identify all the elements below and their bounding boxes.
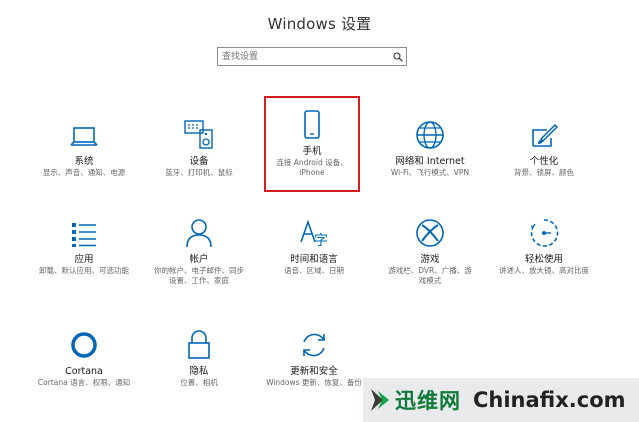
- search-input[interactable]: [218, 48, 390, 65]
- tile-label: 手机: [302, 146, 322, 157]
- page-title: Windows 设置: [267, 15, 372, 33]
- tile-description: 连接 Android 设备、iPhone: [276, 158, 348, 177]
- globe-icon: [380, 110, 480, 150]
- tile-description: 蓝牙、打印机、鼠标: [165, 168, 233, 177]
- tile-ease-of-access[interactable]: 轻松使用 讲述人、放大镜、高对比度: [494, 208, 594, 298]
- tile-description: Windows 更新、恢复、备份: [266, 378, 362, 387]
- tile-label: 系统: [74, 156, 94, 167]
- tile-label: 网络和 Internet: [395, 156, 465, 167]
- phone-icon: [266, 98, 358, 140]
- xbox-icon: [380, 208, 480, 248]
- laptop-icon: [34, 110, 134, 150]
- tile-description: Cortana 语言、权限、通知: [37, 378, 131, 387]
- tile-description: 你的帐户、电子邮件、同步设置、工作、家庭: [154, 266, 244, 285]
- tile-phone[interactable]: 手机 连接 Android 设备、iPhone: [264, 96, 360, 192]
- language-icon: 字: [264, 208, 364, 248]
- tile-description: 语音、区域、日期: [284, 266, 344, 275]
- apps-list-icon: [34, 208, 134, 248]
- tile-description: 背景、锁屏、颜色: [514, 168, 574, 177]
- search-box[interactable]: [217, 47, 407, 66]
- tile-description: 游戏栏、DVR、广播、游戏模式: [388, 266, 472, 285]
- watermark-banner: 迅维网 Chinafix.com: [363, 378, 639, 422]
- tile-description: 卸载、默认应用、可选功能: [39, 266, 129, 275]
- tile-time-language[interactable]: 字 时间和语言 语音、区域、日期: [264, 208, 364, 298]
- lock-icon: [149, 320, 249, 360]
- tile-description: 讲述人、放大镜、高对比度: [499, 266, 589, 275]
- search-icon[interactable]: [390, 48, 406, 65]
- paint-icon: [494, 110, 594, 150]
- tile-system[interactable]: 系统 显示、声音、通知、电源: [34, 110, 134, 200]
- tile-description: Wi-Fi、飞行模式、VPN: [390, 168, 470, 177]
- tile-label: 个性化: [529, 156, 559, 167]
- tile-label: 轻松使用: [524, 254, 563, 265]
- tile-description: 显示、声音、通知、电源: [42, 168, 126, 177]
- tile-label: 时间和语言: [290, 254, 338, 265]
- cortana-icon: [34, 320, 134, 360]
- tile-label: 设备: [189, 156, 209, 167]
- tile-label: Cortana: [65, 366, 103, 377]
- tile-personalization[interactable]: 个性化 背景、锁屏、颜色: [494, 110, 594, 200]
- tile-label: 更新和安全: [290, 366, 338, 377]
- tile-gaming[interactable]: 游戏 游戏栏、DVR、广播、游戏模式: [380, 208, 480, 298]
- tile-network[interactable]: 网络和 Internet Wi-Fi、飞行模式、VPN: [380, 110, 480, 200]
- tile-label: 隐私: [189, 366, 209, 377]
- devices-icon: [149, 110, 249, 150]
- watermark-chinese: 迅维网: [395, 389, 461, 413]
- tile-privacy[interactable]: 隐私 位置、相机: [149, 320, 249, 410]
- tile-label: 帐户: [189, 254, 209, 265]
- tile-update-security[interactable]: 更新和安全 Windows 更新、恢复、备份: [264, 320, 364, 410]
- person-icon: [149, 208, 249, 248]
- chinafix-logo-icon: [369, 385, 391, 415]
- tile-devices[interactable]: 设备 蓝牙、打印机、鼠标: [149, 110, 249, 200]
- tile-cortana[interactable]: Cortana Cortana 语言、权限、通知: [34, 320, 134, 410]
- ease-of-access-icon: [494, 208, 594, 248]
- sync-icon: [264, 320, 364, 360]
- tile-label: 游戏: [420, 254, 440, 265]
- watermark-english: Chinafix.com: [473, 388, 626, 412]
- tile-label: 应用: [74, 254, 94, 265]
- tile-apps[interactable]: 应用 卸载、默认应用、可选功能: [34, 208, 134, 298]
- tile-description: 位置、相机: [180, 378, 218, 387]
- tile-accounts[interactable]: 帐户 你的帐户、电子邮件、同步设置、工作、家庭: [149, 208, 249, 298]
- svg-text:字: 字: [314, 233, 328, 248]
